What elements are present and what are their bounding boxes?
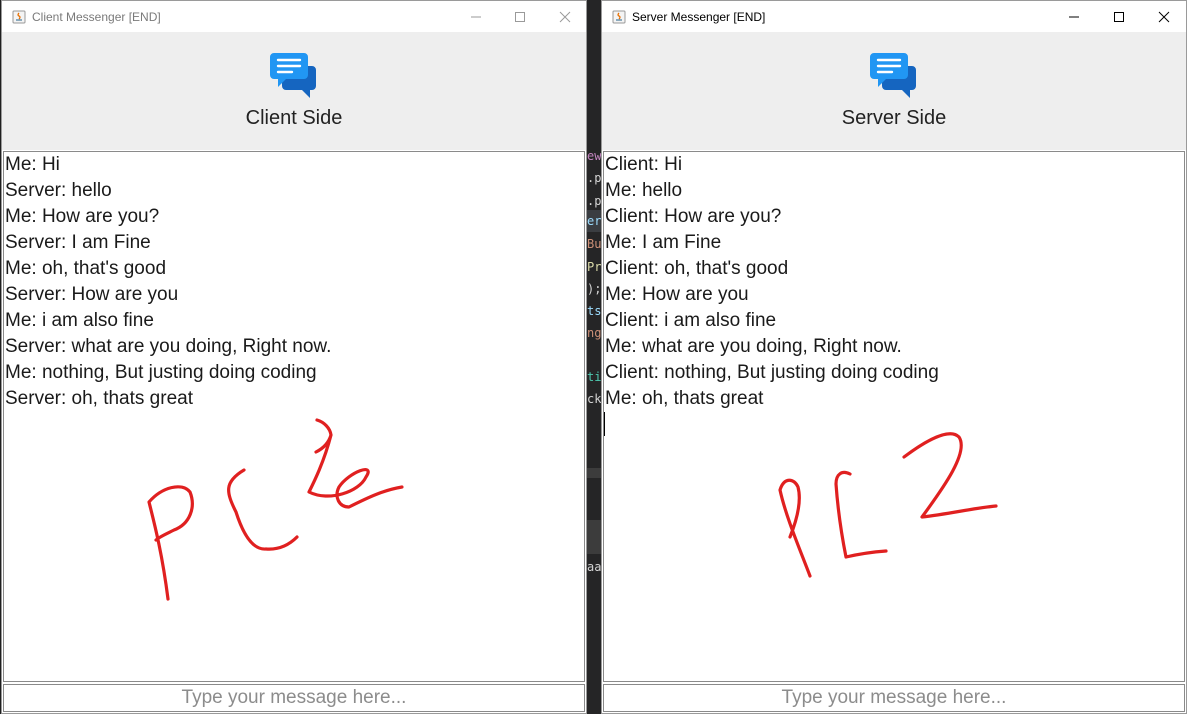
server-messenger-window: Server Messenger [END] Server Side Clien… [601, 0, 1187, 714]
close-icon [1158, 11, 1170, 23]
chat-bubbles-icon [870, 53, 916, 98]
close-icon [559, 11, 571, 23]
background-code-editor: ew .p .p er Buf Pr ); ts ng ti ck aa [586, 0, 602, 714]
window-title: Client Messenger [END] [32, 10, 161, 24]
maximize-button[interactable] [506, 6, 534, 28]
minimize-icon [1069, 16, 1079, 18]
message-input[interactable] [604, 685, 1184, 711]
java-app-icon [612, 10, 626, 24]
message-history-area[interactable]: Client: Hi Me: hello Client: How are you… [603, 151, 1185, 682]
minimize-button[interactable] [462, 6, 490, 28]
close-button[interactable] [551, 6, 579, 28]
message-input-box[interactable] [603, 684, 1185, 712]
close-button[interactable] [1150, 6, 1178, 28]
minimize-icon [471, 16, 481, 18]
title-bar[interactable]: Client Messenger [END] [2, 1, 586, 32]
maximize-icon [515, 12, 525, 22]
title-bar[interactable]: Server Messenger [END] [602, 1, 1186, 32]
chat-bubbles-icon [270, 53, 316, 98]
minimize-button[interactable] [1060, 6, 1088, 28]
java-app-icon [12, 10, 26, 24]
maximize-icon [1114, 12, 1124, 22]
message-input[interactable] [4, 685, 584, 711]
window-title: Server Messenger [END] [632, 10, 766, 24]
chat-header: Server Side [602, 32, 1186, 150]
chat-header: Client Side [2, 32, 586, 150]
side-heading: Server Side [841, 107, 947, 129]
message-history-area[interactable]: Me: Hi Server: hello Me: How are you? Se… [3, 151, 585, 682]
side-heading: Client Side [245, 107, 343, 129]
message-input-box[interactable] [3, 684, 585, 712]
maximize-button[interactable] [1105, 6, 1133, 28]
handwritten-pc1-annotation [147, 418, 404, 601]
client-messenger-window: Client Messenger [END] Client Side Me: H… [1, 0, 587, 714]
handwritten-pc2-annotation [778, 432, 998, 578]
